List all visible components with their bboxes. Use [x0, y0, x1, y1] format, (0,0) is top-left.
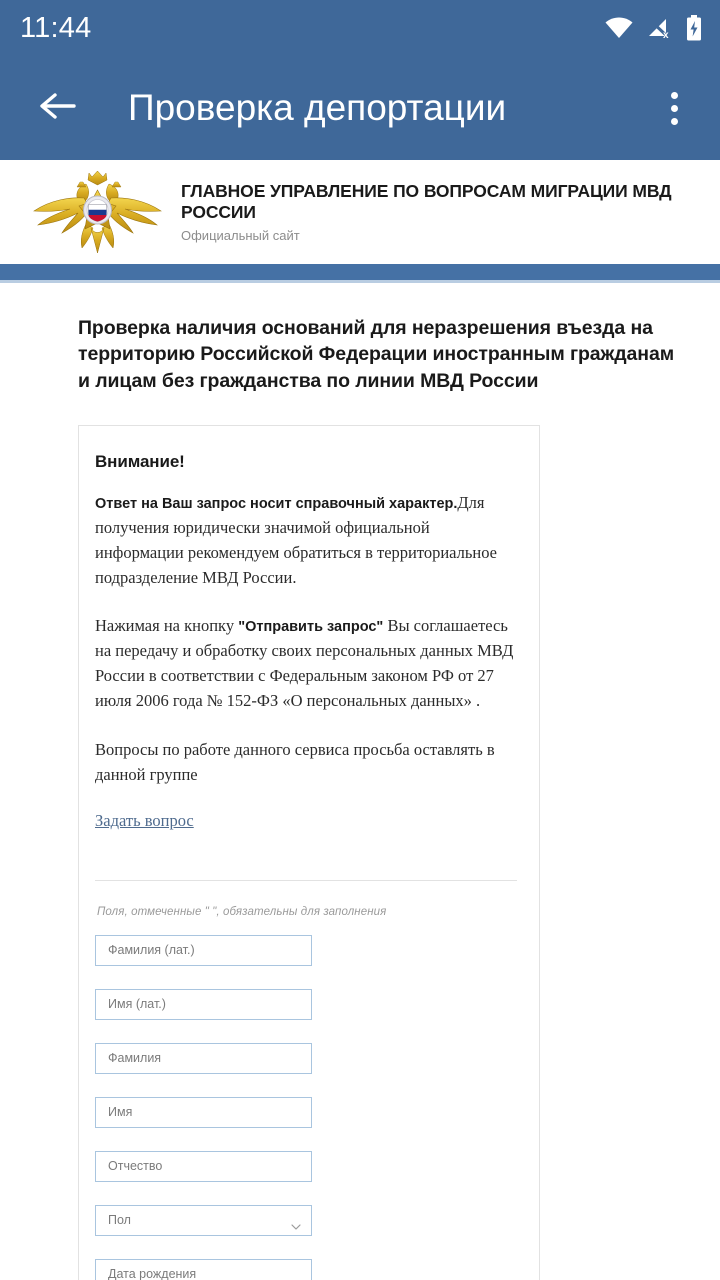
notice-heading: Внимание! [95, 451, 185, 471]
status-bar: 11:44 x [0, 0, 720, 56]
back-button[interactable] [30, 80, 86, 136]
svg-text:x: x [663, 30, 669, 39]
mobile-signal-off-icon: x [647, 17, 673, 39]
input-patronymic-label: Отчество [108, 1158, 163, 1173]
form-divider [95, 879, 517, 881]
status-icons: x [604, 15, 702, 41]
notice-paragraph-2: Нажимая на кнопку "Отправить запрос" Вы … [95, 613, 517, 713]
input-firstname[interactable]: Имя [95, 1096, 312, 1128]
chevron-down-icon [291, 1217, 301, 1230]
more-vertical-icon-dot [670, 117, 678, 125]
input-surname-latin[interactable]: Фамилия (лат.) [95, 934, 312, 966]
input-birth-date-label: Дата рождения [108, 1266, 197, 1280]
notice-card: Внимание! Ответ на Ваш запрос носит спра… [78, 424, 540, 1280]
select-gender[interactable]: Пол [95, 1204, 312, 1236]
header-divider-bar [0, 264, 720, 280]
request-form: Фамилия (лат.) Имя (лат.) Фамилия Имя От… [95, 934, 517, 1280]
input-surname[interactable]: Фамилия [95, 1042, 312, 1074]
overflow-menu-button[interactable] [650, 80, 698, 136]
input-firstname-latin-label: Имя (лат.) [108, 996, 166, 1011]
notice-paragraph-1-bold: Ответ на Ваш запрос носит справочный хар… [95, 495, 458, 512]
site-header: ГЛАВНОЕ УПРАВЛЕНИЕ ПО ВОПРОСАМ МИГРАЦИИ … [0, 160, 720, 264]
site-title-block: ГЛАВНОЕ УПРАВЛЕНИЕ ПО ВОПРОСАМ МИГРАЦИИ … [181, 181, 720, 243]
input-firstname-latin[interactable]: Имя (лат.) [95, 988, 312, 1020]
site-subtitle: Официальный сайт [181, 227, 300, 243]
battery-charging-icon [686, 15, 702, 41]
ask-question-link[interactable]: Задать вопрос [95, 811, 194, 831]
mvd-eagle-emblem-icon [20, 168, 175, 256]
app-bar: Проверка депортации [0, 56, 720, 160]
more-vertical-icon-dot [670, 104, 678, 112]
input-surname-latin-label: Фамилия (лат.) [108, 942, 195, 957]
input-firstname-label: Имя [108, 1104, 133, 1119]
notice-paragraph-3: Вопросы по работе данного сервиса просьб… [95, 739, 495, 784]
app-screen: 11:44 x Проверка депортации ГЛАВНОЕ УПРА… [0, 0, 720, 1280]
arrow-left-icon [38, 91, 78, 126]
input-birth-date[interactable]: Дата рождения [95, 1258, 312, 1280]
notice-paragraph-2-bold: "Отправить запрос" [238, 619, 384, 636]
site-organization-name: ГЛАВНОЕ УПРАВЛЕНИЕ ПО ВОПРОСАМ МИГРАЦИИ … [181, 181, 672, 222]
required-fields-note: Поля, отмеченные " ", обязательны для за… [97, 905, 387, 918]
page-title: Проверка наличия оснований для неразреше… [78, 317, 675, 392]
status-clock: 11:44 [20, 11, 92, 44]
input-surname-label: Фамилия [108, 1050, 162, 1065]
page-content: Проверка наличия оснований для неразреше… [0, 315, 720, 1280]
select-gender-label: Пол [108, 1212, 131, 1227]
app-bar-title: Проверка депортации [128, 86, 507, 128]
header-divider-light [0, 280, 720, 283]
more-vertical-icon-dot [670, 91, 678, 99]
wifi-icon [604, 17, 634, 39]
notice-paragraph-1: Ответ на Ваш запрос носит справочный хар… [95, 490, 517, 590]
input-patronymic[interactable]: Отчество [95, 1150, 312, 1182]
notice-paragraph-2-prefix: Нажимая на кнопку [95, 616, 239, 636]
